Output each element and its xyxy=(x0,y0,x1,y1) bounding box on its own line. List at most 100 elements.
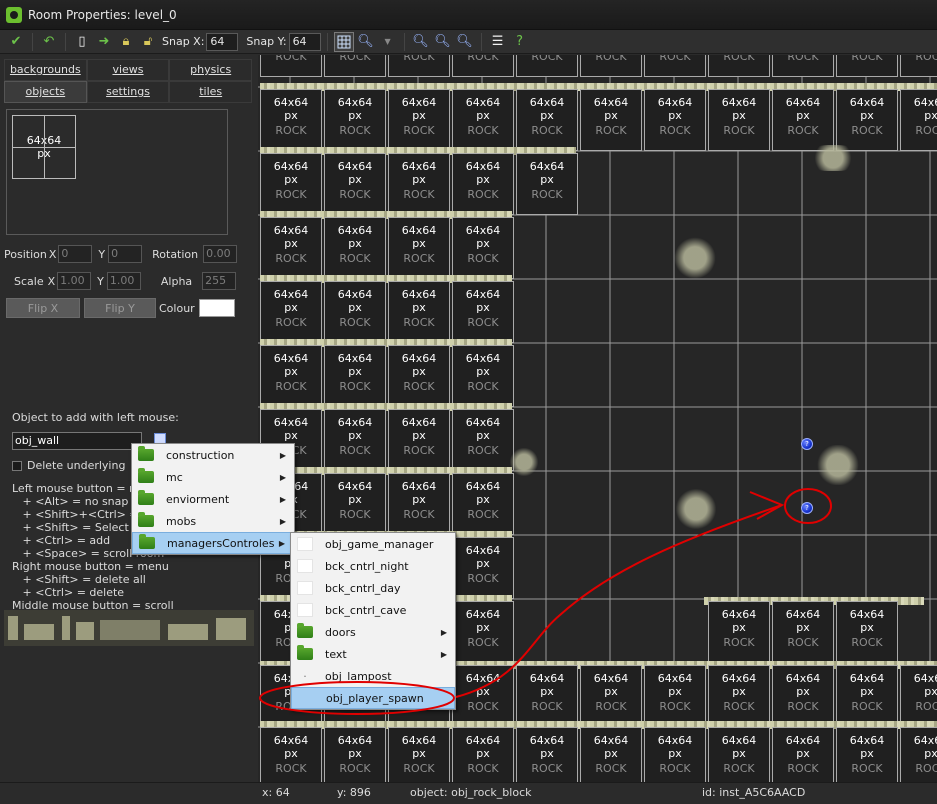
chevron-down-icon[interactable]: ▼ xyxy=(378,32,398,52)
rock-block-tile[interactable]: 64x64pxROCK xyxy=(452,537,514,599)
rock-block-tile[interactable]: 64x64pxROCK xyxy=(260,281,322,343)
flip-y-button[interactable]: Flip Y xyxy=(84,298,156,318)
rock-block-tile[interactable]: 64x64pxROCK xyxy=(772,727,834,782)
view-options-icon[interactable]: 🔍︎ xyxy=(356,32,376,52)
menu-item-obj-game-manager[interactable]: obj_game_manager xyxy=(291,533,455,555)
rock-block-tile[interactable]: 64x64pxROCK xyxy=(324,727,386,782)
rock-block-tile[interactable]: 64x64pxROCK xyxy=(772,665,834,727)
rock-block-tile[interactable]: 64x64pxROCK xyxy=(324,89,386,151)
alpha-field[interactable]: 255 xyxy=(202,272,237,290)
snap-x-input[interactable]: 64 xyxy=(206,32,239,51)
rock-block-tile[interactable]: 64x64pxROCK xyxy=(708,89,770,151)
tab-backgrounds[interactable]: backgrounds xyxy=(4,59,87,81)
rock-block-tile[interactable]: 64x64pxROCK xyxy=(452,89,514,151)
rock-block-tile[interactable]: 64x64pxROCK xyxy=(388,473,450,535)
rock-block-tile[interactable]: 64x64pxROCK xyxy=(388,281,450,343)
zoom-in-icon[interactable]: 🔍︎ xyxy=(455,32,475,52)
tab-views[interactable]: views xyxy=(86,59,170,81)
rock-block-tile[interactable]: 64x64pxROCK xyxy=(772,601,834,663)
rock-block-tile[interactable]: 64x64pxROCK xyxy=(900,55,937,77)
grid-toggle-icon[interactable] xyxy=(333,31,354,52)
delete-underlying-checkbox[interactable] xyxy=(12,460,22,471)
rock-block-tile[interactable]: 64x64pxROCK xyxy=(580,665,642,727)
rock-block-tile[interactable]: 64x64pxROCK xyxy=(388,345,450,407)
tab-tiles[interactable]: tiles xyxy=(169,81,253,103)
player-spawn-marker[interactable]: ? xyxy=(801,502,813,514)
menu-folder-doors[interactable]: doors ▶ xyxy=(291,621,455,643)
rock-block-tile[interactable]: 64x64pxROCK xyxy=(388,153,450,215)
rock-block-tile[interactable]: 64x64pxROCK xyxy=(452,281,514,343)
room-minimap[interactable] xyxy=(4,610,254,646)
menu-item-obj-player-spawn[interactable]: obj_player_spawn xyxy=(291,687,455,709)
undo-icon[interactable]: ↶ xyxy=(39,32,59,52)
unlock-icon[interactable]: 🔓︎ xyxy=(138,32,158,52)
scale-x-field[interactable]: 1.00 xyxy=(57,272,92,290)
rock-block-tile[interactable]: 64x64pxROCK xyxy=(452,473,514,535)
rock-block-tile[interactable]: 64x64pxROCK xyxy=(708,55,770,77)
rock-block-tile[interactable]: 64x64pxROCK xyxy=(452,601,514,663)
rock-block-tile[interactable]: 64x64pxROCK xyxy=(580,55,642,77)
rock-block-tile[interactable]: 64x64pxROCK xyxy=(324,281,386,343)
menu-folder-mc[interactable]: mc ▶ xyxy=(132,466,294,488)
rock-block-tile[interactable]: 64x64pxROCK xyxy=(324,153,386,215)
rock-block-tile[interactable]: 64x64pxROCK xyxy=(580,727,642,782)
tab-physics[interactable]: physics xyxy=(169,59,253,81)
rock-block-tile[interactable]: 64x64pxROCK xyxy=(900,89,937,151)
rock-block-tile[interactable]: 64x64pxROCK xyxy=(452,345,514,407)
rock-block-tile[interactable]: 64x64pxROCK xyxy=(260,727,322,782)
rock-block-tile[interactable]: 64x64pxROCK xyxy=(516,727,578,782)
rock-block-tile[interactable]: 64x64pxROCK xyxy=(772,55,834,77)
rock-block-tile[interactable]: 64x64pxROCK xyxy=(708,727,770,782)
rotation-field[interactable]: 0.00 xyxy=(203,245,238,263)
rock-block-tile[interactable]: 64x64pxROCK xyxy=(900,665,937,727)
rock-block-tile[interactable]: 64x64pxROCK xyxy=(644,665,706,727)
menu-item-bck-cntrl-day[interactable]: bck_cntrl_day xyxy=(291,577,455,599)
rock-block-tile[interactable]: 64x64pxROCK xyxy=(452,153,514,215)
lock-icon[interactable]: 🔒︎ xyxy=(116,32,136,52)
rock-block-tile[interactable]: 64x64pxROCK xyxy=(644,89,706,151)
rock-block-tile[interactable]: 64x64pxROCK xyxy=(324,217,386,279)
rock-block-tile[interactable]: 64x64pxROCK xyxy=(388,55,450,77)
rock-block-tile[interactable]: 64x64pxROCK xyxy=(708,665,770,727)
menu-folder-enviorment[interactable]: enviorment ▶ xyxy=(132,488,294,510)
rock-block-tile[interactable]: 64x64pxROCK xyxy=(516,89,578,151)
scale-y-field[interactable]: 1.00 xyxy=(106,272,141,290)
rock-block-tile[interactable]: 64x64pxROCK xyxy=(388,409,450,471)
rock-block-tile[interactable]: 64x64pxROCK xyxy=(836,601,898,663)
rock-block-tile[interactable]: 64x64pxROCK xyxy=(324,55,386,77)
rock-block-tile[interactable]: 64x64pxROCK xyxy=(452,55,514,77)
tab-objects[interactable]: objects xyxy=(4,81,87,103)
menu-folder-construction[interactable]: construction ▶ xyxy=(132,444,294,466)
shift-instances-icon[interactable]: ➜ xyxy=(94,32,114,52)
zoom-out-icon[interactable]: 🔍︎ xyxy=(411,32,431,52)
snap-y-input[interactable]: 64 xyxy=(288,32,321,51)
rock-block-tile[interactable]: 64x64pxROCK xyxy=(900,727,937,782)
rock-block-tile[interactable]: 64x64pxROCK xyxy=(516,55,578,77)
menu-folder-managerscontroles[interactable]: managersControles ▶ xyxy=(132,532,294,554)
list-icon[interactable]: ☰ xyxy=(488,32,508,52)
object-to-add-field[interactable]: obj_wall xyxy=(12,432,142,450)
rock-block-tile[interactable]: 64x64pxROCK xyxy=(452,217,514,279)
rock-block-tile[interactable]: 64x64pxROCK xyxy=(836,55,898,77)
rock-block-tile[interactable]: 64x64pxROCK xyxy=(324,345,386,407)
rock-block-tile[interactable]: 64x64pxROCK xyxy=(452,727,514,782)
menu-item-bck-cntrl-cave[interactable]: bck_cntrl_cave xyxy=(291,599,455,621)
rock-block-tile[interactable]: 64x64pxROCK xyxy=(388,727,450,782)
flip-x-button[interactable]: Flip X xyxy=(6,298,80,318)
rock-block-tile[interactable]: 64x64pxROCK xyxy=(644,727,706,782)
menu-item-obj-lampost[interactable]: · obj_lampost xyxy=(291,665,455,687)
rock-block-tile[interactable]: 64x64pxROCK xyxy=(324,409,386,471)
rock-block-tile[interactable]: 64x64pxROCK xyxy=(836,727,898,782)
rock-block-tile[interactable]: 64x64pxROCK xyxy=(516,153,578,215)
rock-block-tile[interactable]: 64x64pxROCK xyxy=(708,601,770,663)
clear-room-icon[interactable]: ▯ xyxy=(72,32,92,52)
rock-block-tile[interactable]: 64x64pxROCK xyxy=(260,55,322,77)
rock-block-tile[interactable]: 64x64pxROCK xyxy=(324,473,386,535)
tab-settings[interactable]: settings xyxy=(86,81,170,103)
menu-folder-text[interactable]: text ▶ xyxy=(291,643,455,665)
rock-block-tile[interactable]: 64x64pxROCK xyxy=(388,217,450,279)
rock-block-tile[interactable]: 64x64pxROCK xyxy=(452,409,514,471)
rock-block-tile[interactable]: 64x64pxROCK xyxy=(644,55,706,77)
rock-block-tile[interactable]: 64x64pxROCK xyxy=(452,665,514,727)
help-icon[interactable]: ? xyxy=(510,32,530,52)
